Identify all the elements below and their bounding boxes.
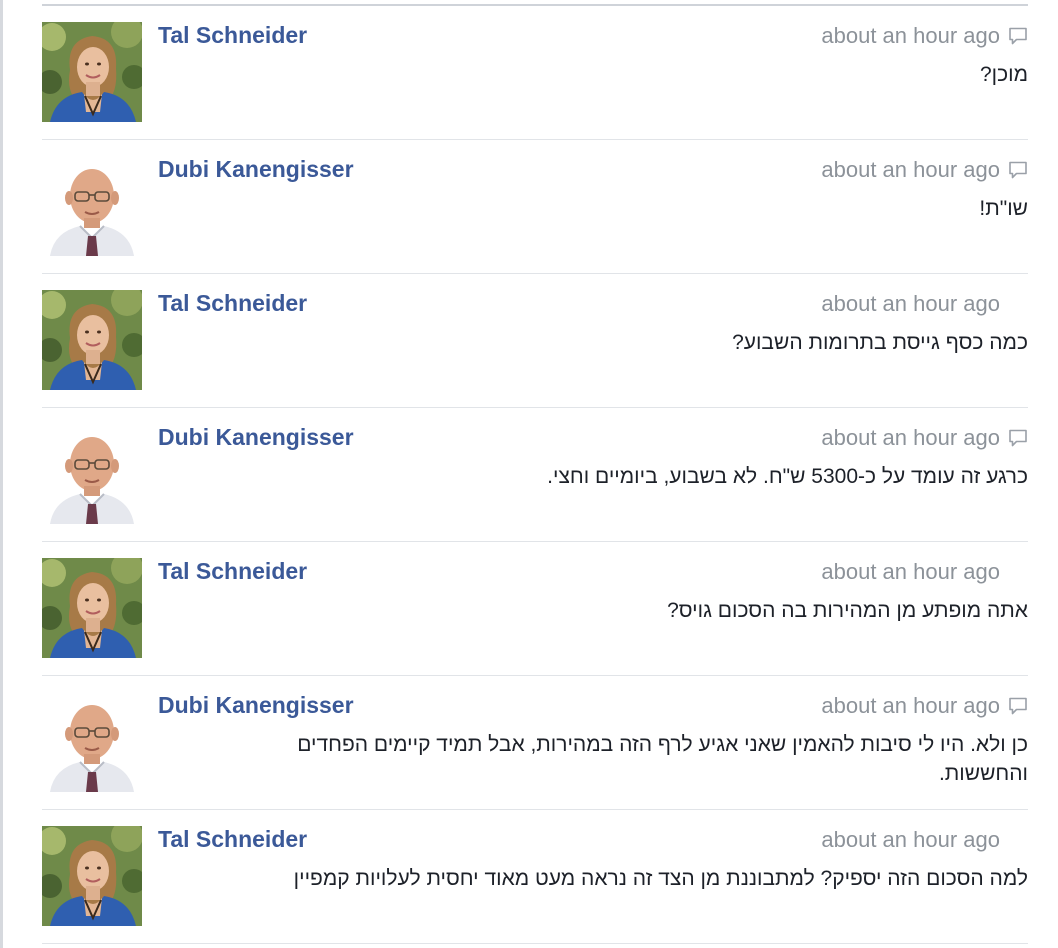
author-name-link[interactable]: Tal Schneider xyxy=(158,558,307,585)
author-name-link[interactable]: Dubi Kanengisser xyxy=(158,424,354,451)
reply-icon[interactable] xyxy=(1008,696,1028,716)
comment-meta: about an hour ago xyxy=(821,23,1028,49)
reply-icon[interactable] xyxy=(1008,26,1028,46)
author-name-link[interactable]: Dubi Kanengisser xyxy=(158,156,354,183)
comment-meta: about an hour ago xyxy=(821,693,1028,719)
portrait-woman xyxy=(42,826,142,926)
reply-icon[interactable] xyxy=(1008,428,1028,448)
comment-text: כמה כסף גייסת בתרומות השבוע? xyxy=(732,331,1028,354)
author-avatar[interactable] xyxy=(42,558,142,658)
comment-item: Dubi Kanengisser about an hour ago שו"ת! xyxy=(42,140,1028,274)
comment-text: מוכן? xyxy=(979,63,1028,86)
author-avatar[interactable] xyxy=(42,692,142,792)
portrait-woman xyxy=(42,558,142,658)
comment-text: אתה מופתע מן המהירות בה הסכום גויס? xyxy=(667,599,1028,622)
author-avatar[interactable] xyxy=(42,156,142,256)
portrait-man-glasses xyxy=(42,424,142,524)
portrait-woman xyxy=(42,22,142,122)
timestamp[interactable]: about an hour ago xyxy=(821,157,1000,183)
comment-meta: about an hour ago xyxy=(821,827,1028,853)
timestamp[interactable]: about an hour ago xyxy=(821,827,1000,853)
comment-item: Tal Schneider about an hour ago מוכן? xyxy=(42,6,1028,140)
timestamp[interactable]: about an hour ago xyxy=(821,425,1000,451)
left-border xyxy=(0,0,3,948)
author-avatar[interactable] xyxy=(42,290,142,390)
comment-item: Tal Schneider about an hour ago אתה מופת… xyxy=(42,542,1028,676)
comment-item: Tal Schneider about an hour ago למה הסכו… xyxy=(42,810,1028,944)
comment-item: Dubi Kanengisser about an hour ago כרגע … xyxy=(42,408,1028,542)
comment-meta: about an hour ago xyxy=(821,291,1028,317)
portrait-man-glasses xyxy=(42,156,142,256)
comment-text: למה הסכום הזה יספיק? למתבוננת מן הצד זה … xyxy=(293,867,1028,890)
author-avatar[interactable] xyxy=(42,424,142,524)
author-name-link[interactable]: Tal Schneider xyxy=(158,826,307,853)
portrait-man-glasses xyxy=(42,692,142,792)
timestamp[interactable]: about an hour ago xyxy=(821,291,1000,317)
comment-meta: about an hour ago xyxy=(821,157,1028,183)
comment-text: שו"ת! xyxy=(979,197,1028,220)
author-name-link[interactable]: Dubi Kanengisser xyxy=(158,692,354,719)
author-name-link[interactable]: Tal Schneider xyxy=(158,22,307,49)
comment-item: Tal Schneider about an hour ago כמה כסף … xyxy=(42,274,1028,408)
comment-text: כן ולא. היו לי סיבות להאמין שאני אגיע לר… xyxy=(297,733,1028,785)
portrait-woman xyxy=(42,290,142,390)
timestamp[interactable]: about an hour ago xyxy=(821,23,1000,49)
author-name-link[interactable]: Tal Schneider xyxy=(158,290,307,317)
comment-meta: about an hour ago xyxy=(821,425,1028,451)
comment-item: Dubi Kanengisser about an hour ago כן ול… xyxy=(42,676,1028,810)
reply-icon[interactable] xyxy=(1008,160,1028,180)
author-avatar[interactable] xyxy=(42,826,142,926)
timestamp[interactable]: about an hour ago xyxy=(821,693,1000,719)
comment-thread: Tal Schneider about an hour ago מוכן? Du… xyxy=(42,6,1028,944)
comment-text: כרגע זה עומד על כ-5300 ש"ח. לא בשבוע, בי… xyxy=(547,465,1028,488)
comment-meta: about an hour ago xyxy=(821,559,1028,585)
author-avatar[interactable] xyxy=(42,22,142,122)
timestamp[interactable]: about an hour ago xyxy=(821,559,1000,585)
